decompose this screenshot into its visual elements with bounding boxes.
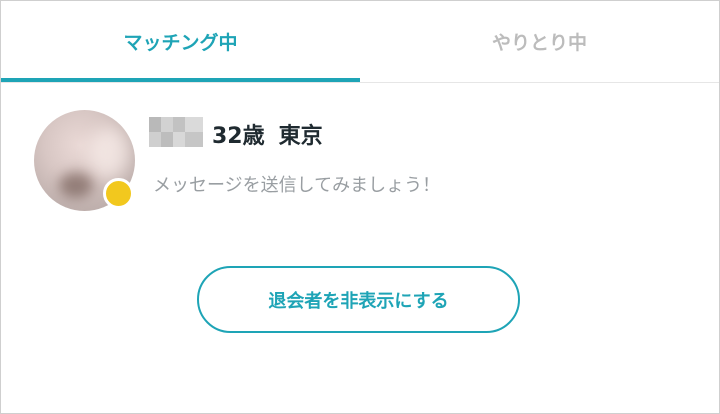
tab-matching[interactable]: マッチング中 bbox=[1, 1, 360, 82]
online-status-dot bbox=[103, 178, 134, 209]
profile-location: 東京 bbox=[278, 124, 323, 149]
tab-chatting[interactable]: やりとり中 bbox=[360, 1, 719, 82]
message-prompt: メッセージを送信してみましょう！ bbox=[153, 175, 441, 196]
active-tab-indicator bbox=[1, 78, 360, 82]
avatar-shadow bbox=[59, 172, 93, 198]
hide-withdrawn-button[interactable]: 退会者を非表示にする bbox=[197, 266, 520, 333]
matches-screen: マッチング中 やりとり中 32歳 東京 メッセージを送信してみましょう！ 退会者を… bbox=[0, 0, 720, 414]
profile-age: 32歳 bbox=[212, 124, 265, 149]
avatar-highlight bbox=[89, 128, 129, 178]
tab-bar: マッチング中 やりとり中 bbox=[1, 1, 719, 83]
match-list-item[interactable]: 32歳 東京 メッセージを送信してみましょう！ bbox=[1, 101, 719, 221]
name-mosaic bbox=[149, 117, 203, 147]
profile-summary: 32歳 東京 bbox=[212, 118, 323, 150]
